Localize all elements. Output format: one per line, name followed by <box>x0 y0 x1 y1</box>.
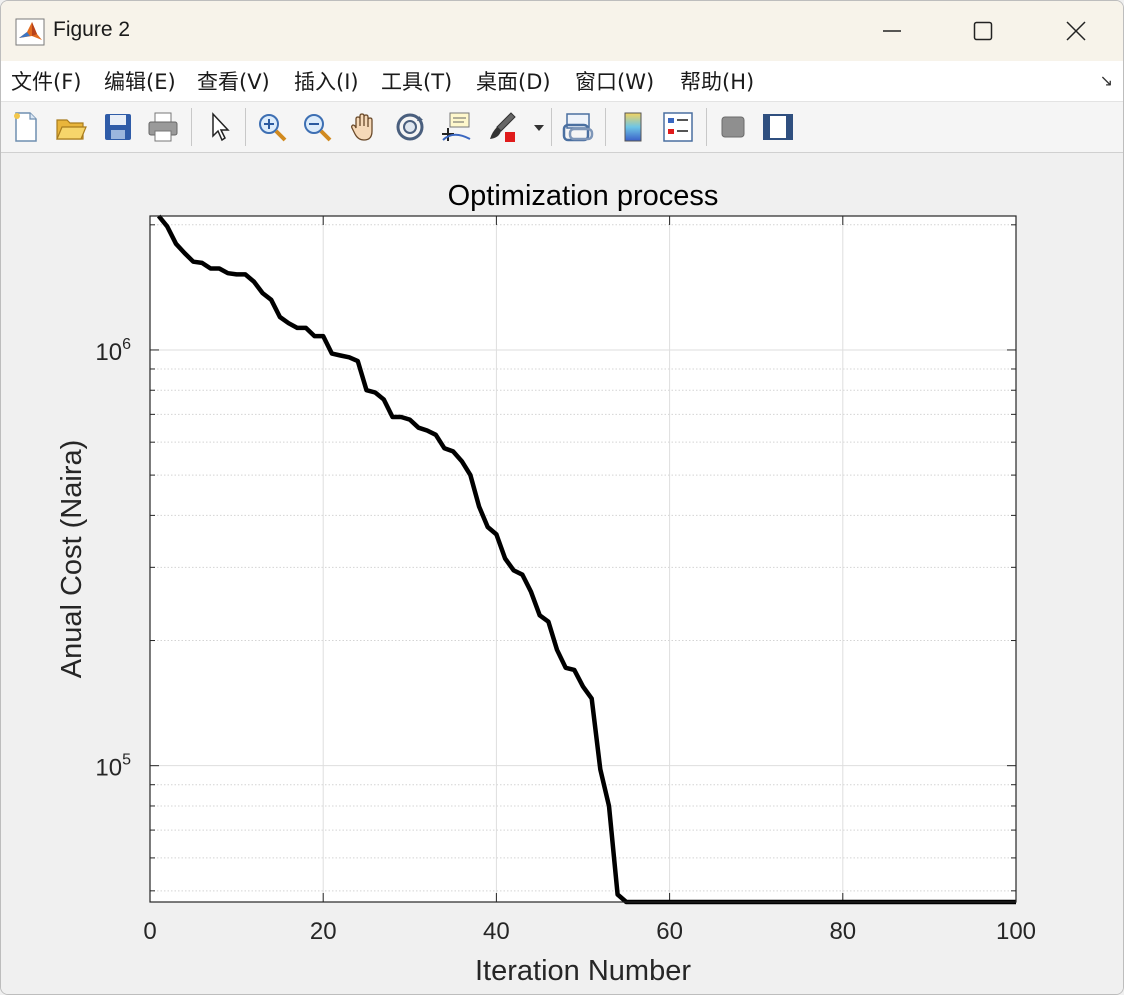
show-plot-tools-icon[interactable] <box>761 110 795 144</box>
brush-icon[interactable] <box>485 110 519 144</box>
menu-help[interactable]: 帮助(H) <box>680 66 754 96</box>
figure-toolbar <box>1 102 1123 153</box>
x-tick-label: 40 <box>483 918 510 945</box>
pan-icon[interactable] <box>347 110 381 144</box>
x-axis-label: Iteration Number <box>475 955 691 987</box>
close-button[interactable] <box>1051 11 1101 51</box>
legend-icon[interactable] <box>661 110 695 144</box>
y-tick-labels: 105 106 <box>95 336 131 782</box>
save-icon[interactable] <box>101 110 135 144</box>
rotate-3d-icon[interactable] <box>393 110 427 144</box>
y-axis-label: Anual Cost (Naira) <box>56 440 88 679</box>
matlab-logo-icon <box>15 18 45 46</box>
toolbar-separator <box>706 108 707 146</box>
x-tick-label: 0 <box>143 918 156 945</box>
menu-desktop[interactable]: 桌面(D) <box>476 66 551 96</box>
new-figure-icon[interactable] <box>9 110 43 144</box>
maximize-icon <box>973 21 993 41</box>
print-icon[interactable] <box>146 110 180 144</box>
y-tick-label: 106 <box>95 336 131 366</box>
toolbar-separator <box>551 108 552 146</box>
chart[interactable]: 0 20 40 60 80 100 105 106 Optimization process… <box>1 153 1123 994</box>
toolbar-separator <box>245 108 246 146</box>
x-tick-label: 20 <box>310 918 337 945</box>
data-cursor-icon[interactable] <box>439 110 473 144</box>
menu-window[interactable]: 窗口(W) <box>575 66 654 96</box>
maximize-button[interactable] <box>958 11 1008 51</box>
x-tick-label: 100 <box>996 918 1036 945</box>
dock-arrow-icon[interactable]: ↘ <box>1100 71 1113 90</box>
menu-tools[interactable]: 工具(T) <box>381 66 452 96</box>
x-tick-labels: 0 20 40 60 80 100 <box>143 918 1036 945</box>
menu-bar: 文件(F) 编辑(E) 查看(V) 插入(I) 工具(T) 桌面(D) 窗口(W… <box>1 61 1123 102</box>
y-tick-label: 105 <box>95 752 131 782</box>
x-tick-label: 80 <box>829 918 856 945</box>
x-tick-label: 60 <box>656 918 683 945</box>
colorbar-icon[interactable] <box>616 110 650 144</box>
close-icon <box>1066 21 1086 41</box>
figure-window: Figure 2 文件(F) 编辑(E) 查看(V) 插入(I) 工具(T) 桌… <box>0 0 1124 995</box>
menu-view[interactable]: 查看(V) <box>197 66 270 96</box>
menu-insert[interactable]: 插入(I) <box>294 66 359 96</box>
brush-dropdown-icon[interactable] <box>531 110 547 144</box>
hide-plot-tools-icon[interactable] <box>716 110 750 144</box>
window-title: Figure 2 <box>53 18 131 41</box>
menu-file[interactable]: 文件(F) <box>11 66 81 96</box>
minimize-button[interactable] <box>867 11 917 51</box>
menu-edit[interactable]: 编辑(E) <box>104 66 176 96</box>
zoom-out-icon[interactable] <box>300 110 334 144</box>
chart-title: Optimization process <box>448 180 719 212</box>
toolbar-separator <box>605 108 606 146</box>
toolbar-separator <box>191 108 192 146</box>
open-file-icon[interactable] <box>54 110 88 144</box>
pointer-icon[interactable] <box>203 110 237 144</box>
title-bar: Figure 2 <box>1 1 1123 61</box>
minimize-icon <box>883 30 901 32</box>
zoom-in-icon[interactable] <box>255 110 289 144</box>
link-plot-icon[interactable] <box>561 110 595 144</box>
figure-canvas: 0 20 40 60 80 100 105 106 Optimization process… <box>1 153 1123 994</box>
